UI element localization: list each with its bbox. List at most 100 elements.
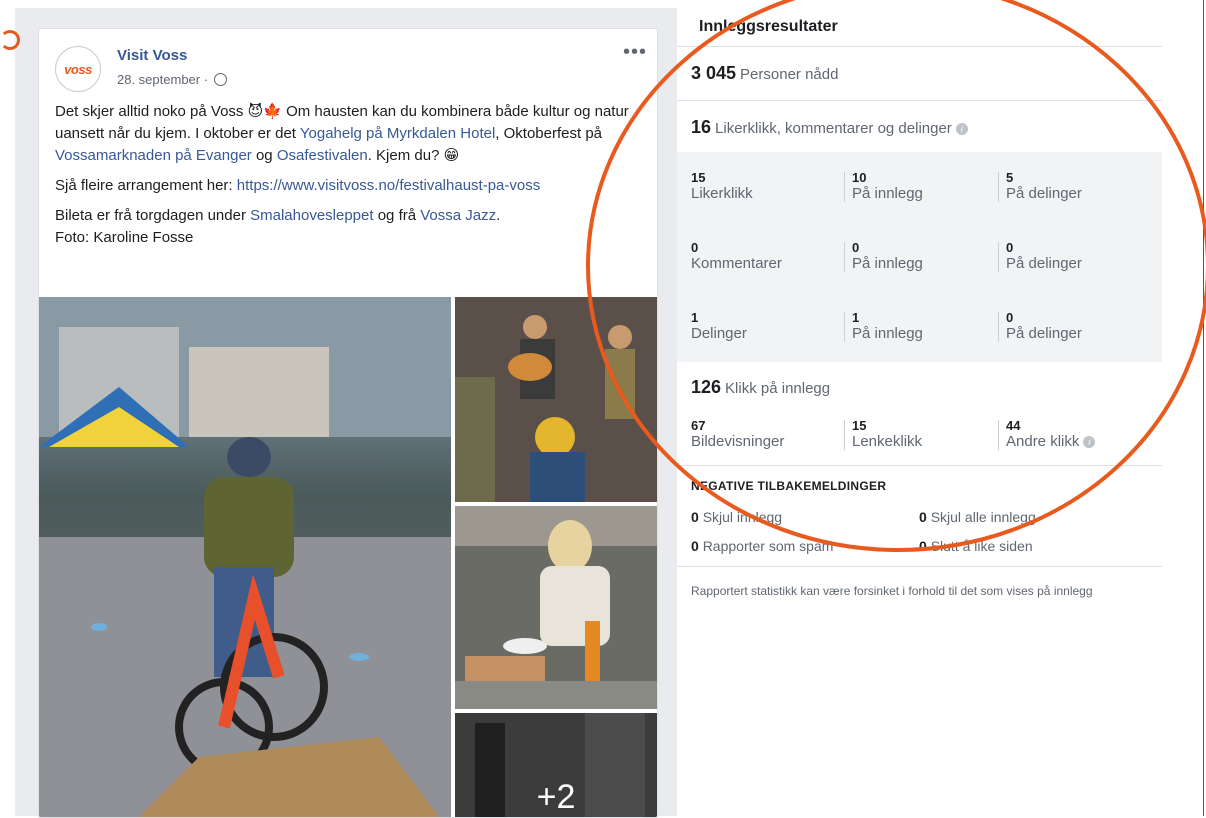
post-text-segment: . xyxy=(496,207,501,224)
stat-label: På innlegg xyxy=(852,255,923,272)
stats-footnote: Rapportert statistikk kan være forsinket… xyxy=(691,584,1093,598)
post-text: Det skjer alltid noko på Voss 😈🍁 Om haus… xyxy=(55,101,645,249)
negative-count: 0 xyxy=(691,509,699,525)
negative-label: Skjul alle innlegg xyxy=(930,509,1036,525)
event-link-smalahovesleppet[interactable]: Smalahovesleppet xyxy=(250,207,373,224)
stat-value: 0 xyxy=(691,240,699,255)
photo-cafe[interactable] xyxy=(455,506,657,709)
reach-number: 3 045 xyxy=(691,63,737,83)
more-options-icon[interactable]: ••• xyxy=(623,41,647,64)
negative-count: 0 xyxy=(919,538,927,554)
post-text-segment: og xyxy=(251,147,277,164)
photo-musicians[interactable] xyxy=(455,297,657,502)
stat-label: Kommentarer xyxy=(691,255,782,272)
post-text-segment: og frå xyxy=(373,207,421,224)
post-date[interactable]: 28. september · xyxy=(117,72,227,87)
divider xyxy=(677,100,1162,101)
event-link-yogahelg[interactable]: Yogahelg på Myrkdalen Hotel xyxy=(300,125,495,142)
clicks-number: 126 xyxy=(691,377,722,397)
post-date-text: 28. september xyxy=(117,72,201,87)
page-name-link[interactable]: Visit Voss xyxy=(117,47,187,64)
avatar-logo-text: voss xyxy=(64,61,92,77)
stat-label: Lenkeklikk xyxy=(852,433,923,450)
divider xyxy=(998,420,999,450)
engagement-number: 16 xyxy=(691,117,712,137)
reach-stat: 3 045 Personer nådd xyxy=(691,63,838,84)
stat-label: På delinger xyxy=(1006,255,1082,272)
stat-label: Bildevisninger xyxy=(691,433,785,450)
stat-cell: 0 På delinger xyxy=(1006,310,1156,343)
divider xyxy=(844,172,845,202)
stat-cell: 5 På delinger xyxy=(1006,170,1156,203)
stat-value: 0 xyxy=(1006,240,1014,255)
photo-musicians-drawing xyxy=(455,297,657,502)
stat-value: 15 xyxy=(852,418,867,433)
page-avatar[interactable]: voss xyxy=(55,46,101,92)
stat-value: 0 xyxy=(852,240,860,255)
stat-value: 10 xyxy=(852,170,867,185)
photo-cafe-drawing xyxy=(455,506,657,709)
divider xyxy=(677,46,1162,47)
photo-boy-on-bike[interactable] xyxy=(39,297,451,817)
divider xyxy=(998,242,999,272)
divider xyxy=(998,172,999,202)
stat-label: Likerklikk xyxy=(691,185,753,202)
more-photos-count: +2 xyxy=(536,778,576,816)
stat-label: På innlegg xyxy=(852,185,923,202)
stat-cell: 10 På innlegg xyxy=(852,170,1002,203)
info-icon[interactable]: i xyxy=(955,123,968,135)
event-link-vossa-jazz[interactable]: Vossa Jazz xyxy=(420,207,496,224)
post-text-segment: . Kjem du? 😁 xyxy=(367,147,460,164)
stat-value: 44 xyxy=(1006,418,1021,433)
stat-value: 15 xyxy=(691,170,706,185)
negative-label: Rapporter som spam xyxy=(702,538,834,554)
negative-label: Skjul innlegg xyxy=(702,509,783,525)
post-insights-panel: Innleggsresultater 3 045 Personer nådd 16… xyxy=(677,0,1162,816)
stat-cell: 0 På innlegg xyxy=(852,240,1002,273)
stat-value: 5 xyxy=(1006,170,1014,185)
photo-credit: Foto: Karoline Fosse xyxy=(55,229,194,246)
info-icon[interactable]: i xyxy=(1083,436,1096,448)
stat-label-text: Andre klikk xyxy=(1006,433,1080,450)
stat-label: På delinger xyxy=(1006,325,1082,342)
divider xyxy=(677,465,1162,466)
event-link-osafestivalen[interactable]: Osafestivalen xyxy=(277,147,368,164)
negative-count: 0 xyxy=(919,509,927,525)
stat-cell: 67 Bildevisninger xyxy=(691,418,841,451)
divider xyxy=(998,312,999,342)
insights-title: Innleggsresultater xyxy=(699,18,838,35)
stat-cell: 0 På delinger xyxy=(1006,240,1156,273)
stat-value: 67 xyxy=(691,418,706,433)
facebook-post: voss Visit Voss 28. september · ••• Det … xyxy=(38,28,658,818)
stat-cell: 15 Lenkeklikk xyxy=(852,418,1002,451)
window-edge xyxy=(1203,0,1204,816)
negative-stat: 0 Rapporter som spam xyxy=(691,538,833,554)
post-text-segment: Sjå fleire arrangement her: xyxy=(55,177,237,194)
annotation-mark xyxy=(0,30,20,50)
stat-value: 1 xyxy=(852,310,860,325)
stat-cell: 15 Likerklikk xyxy=(691,170,841,203)
photo-more[interactable]: +2 xyxy=(455,713,657,817)
engagement-label: Likerklikk, kommentarer og delinger xyxy=(715,120,952,137)
event-link-vossamarknaden[interactable]: Vossamarknaden på Evanger xyxy=(55,147,252,164)
festival-url-link[interactable]: https://www.visitvoss.no/festivalhaust-p… xyxy=(237,177,540,194)
more-photos-overlay: +2 xyxy=(455,713,657,817)
globe-icon xyxy=(213,73,227,86)
divider xyxy=(677,566,1162,567)
stat-label: På delinger xyxy=(1006,185,1082,202)
negative-stat: 0 Skjul alle innlegg xyxy=(919,509,1036,525)
post-text-segment: , Oktoberfest på xyxy=(495,125,603,142)
clicks-stat: 126 Klikk på innlegg xyxy=(691,377,830,398)
photo-boy-on-bike-drawing xyxy=(39,297,451,817)
engagement-stat: 16 Likerklikk, kommentarer og delinger i xyxy=(691,117,968,138)
stat-value: 1 xyxy=(691,310,699,325)
stat-value: 0 xyxy=(1006,310,1014,325)
divider xyxy=(844,242,845,272)
negative-stat: 0 Skjul innlegg xyxy=(691,509,782,525)
divider xyxy=(844,420,845,450)
stat-label: Delinger xyxy=(691,325,747,342)
negative-feedback-title: NEGATIVE TILBAKEMELDINGER xyxy=(691,479,887,493)
stat-label: På innlegg xyxy=(852,325,923,342)
clicks-label: Klikk på innlegg xyxy=(725,380,831,397)
stat-cell: 0 Kommentarer xyxy=(691,240,841,273)
